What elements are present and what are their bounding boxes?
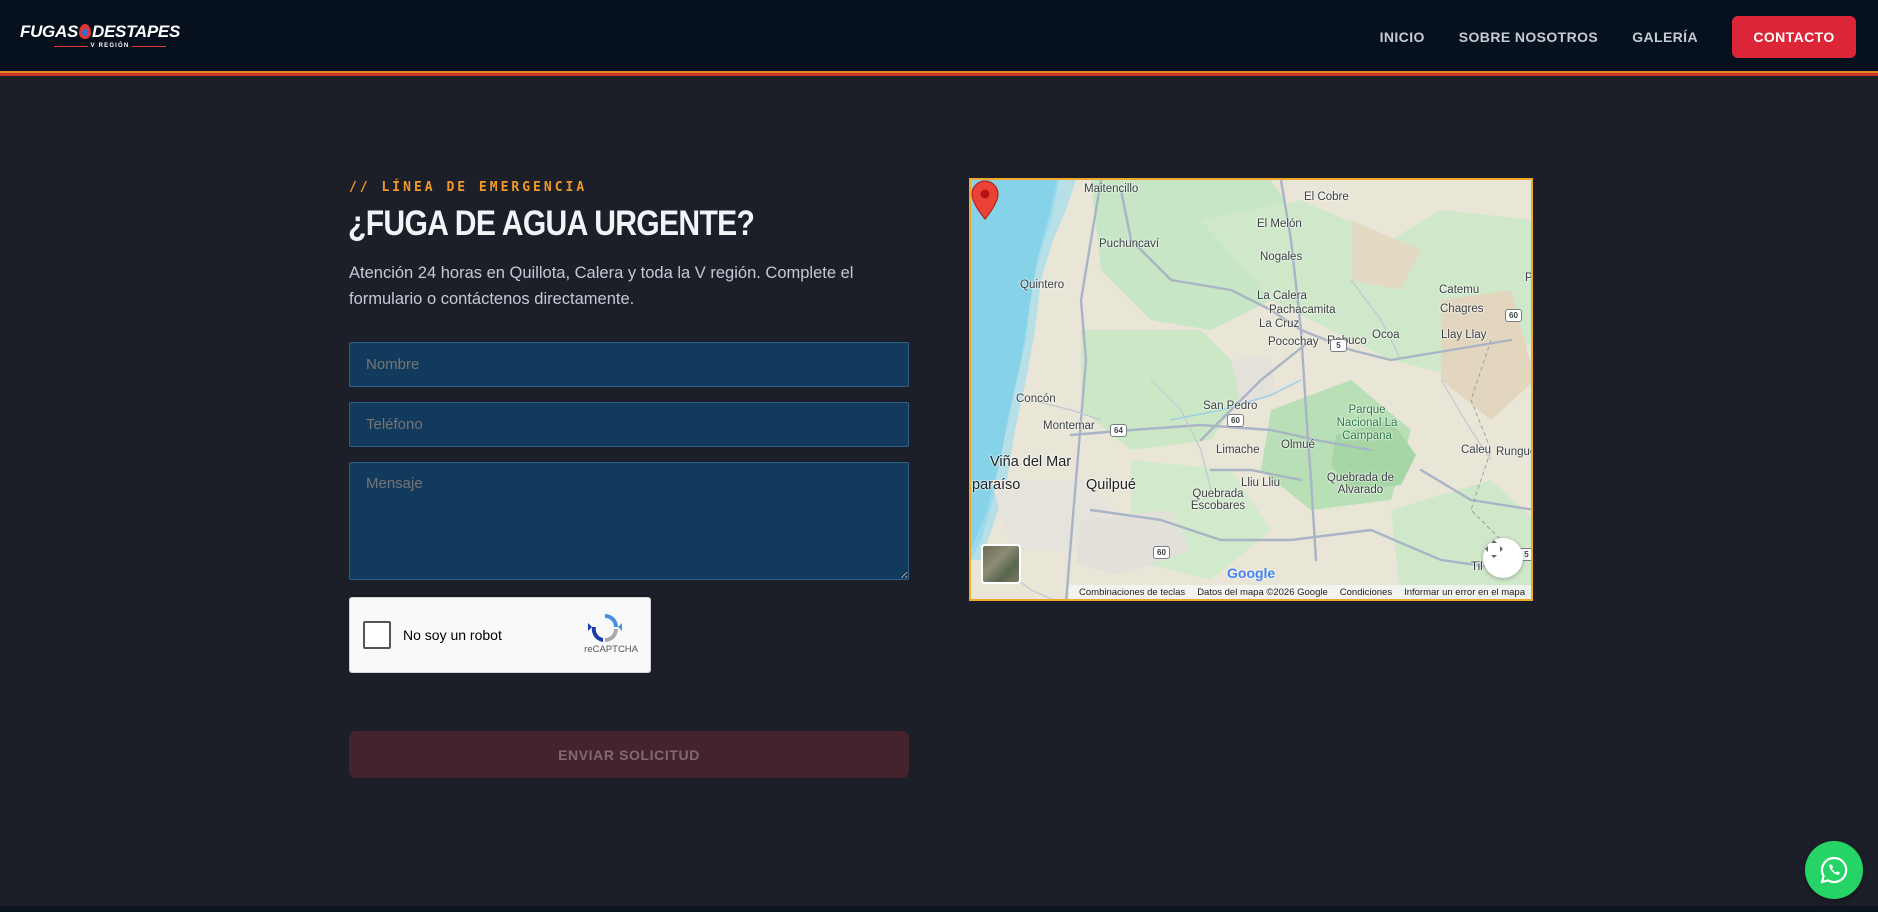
map-label-nogales: Nogales: [1260, 251, 1303, 263]
map-label-vina-del-mar: Viña del Mar: [990, 454, 1072, 470]
terms-link[interactable]: Condiciones: [1340, 587, 1392, 598]
map-data-credit: Datos del mapa ©2026 Google: [1197, 586, 1328, 598]
map-label-caleu: Caleu: [1461, 444, 1492, 456]
map-label-olmue: Olmué: [1281, 439, 1315, 451]
recaptcha-icon: [588, 614, 622, 642]
section-title: ¿FUGA DE AGUA URGENTE?: [348, 204, 755, 243]
map-label-ocoa: Ocoa: [1372, 329, 1400, 341]
map-label-el-cobre: El Cobre: [1304, 191, 1349, 203]
whatsapp-button[interactable]: [1805, 841, 1863, 899]
route-5-shield: 5: [1330, 339, 1347, 352]
map-label-parque-la-campana: Parque Nacional La Campana: [1336, 404, 1398, 442]
phone-input[interactable]: [349, 402, 909, 447]
map-label-quilpue: Quilpué: [1086, 477, 1136, 493]
submit-button[interactable]: ENVIAR SOLICITUD: [349, 731, 909, 778]
map-label-limache: Limache: [1216, 444, 1260, 456]
section-description: Atención 24 horas en Quillota, Calera y …: [349, 264, 854, 308]
google-logo: Google: [1227, 565, 1276, 581]
map-label-pocochay: Pocochay: [1268, 336, 1319, 348]
site-header: FUGAS DESTAPES V REGIÓN INICIO SOBRE NOSO…: [0, 0, 1878, 73]
recaptcha-widget: No soy un robot reCAPTCHA: [349, 597, 651, 673]
route-60-shield-east: 60: [1505, 309, 1522, 322]
map-label-la-cruz: La Cruz: [1259, 318, 1300, 330]
route-64-shield: 64: [1110, 424, 1127, 437]
nav-link-inicio[interactable]: INICIO: [1380, 29, 1425, 45]
map-terrain: [971, 180, 1531, 599]
keyboard-shortcuts-link[interactable]: Combinaciones de teclas: [1079, 587, 1185, 598]
map-label-rungue: Rungue: [1496, 446, 1533, 458]
map-label-llay-llay: Llay Llay: [1441, 329, 1487, 341]
logo-subtitle: V REGIÓN: [50, 43, 170, 49]
route-60-shield-center: 60: [1227, 414, 1244, 427]
main-nav: INICIO SOBRE NOSOTROS GALERÍA CONTACTO: [1380, 16, 1856, 58]
map-label-edge-p: P: [1525, 272, 1533, 284]
report-error-link[interactable]: Informar un error en el mapa: [1404, 587, 1525, 598]
map-label-til: Til: [1471, 561, 1483, 573]
map-label-concon: Concón: [1016, 393, 1056, 405]
map-label-la-calera: La Calera: [1257, 290, 1307, 302]
contact-button[interactable]: CONTACTO: [1732, 16, 1856, 58]
satellite-toggle[interactable]: [981, 544, 1021, 584]
message-textarea[interactable]: [349, 462, 909, 580]
recaptcha-label: No soy un robot: [403, 627, 502, 643]
map-label-catemu: Catemu: [1439, 284, 1480, 296]
expand-icon: [1485, 540, 1503, 558]
section-eyebrow: // LÍNEA DE EMERGENCIA: [349, 180, 588, 195]
map-label-maitencillo: Maitencillo: [1084, 183, 1139, 195]
map-attribution: Combinaciones de teclas Datos del mapa ©…: [1069, 585, 1531, 599]
recaptcha-brand: reCAPTCHA: [584, 644, 638, 655]
nav-link-galeria[interactable]: GALERÍA: [1632, 29, 1698, 45]
name-input[interactable]: [349, 342, 909, 387]
map-embed[interactable]: Maitencillo El Cobre El Melón Puchuncaví…: [969, 178, 1533, 601]
fullscreen-button[interactable]: [1483, 538, 1523, 578]
whatsapp-icon: [1820, 856, 1848, 884]
map-label-quebrada-escobares: Quebrada Escobares: [1190, 488, 1246, 512]
footer-edge: [0, 906, 1878, 912]
drop-icon: [79, 24, 92, 39]
nav-link-sobre-nosotros[interactable]: SOBRE NOSOTROS: [1459, 29, 1598, 45]
map-label-montemar: Montemar: [1043, 420, 1095, 432]
map-label-quintero: Quintero: [1020, 279, 1065, 291]
map-label-el-melon: El Melón: [1257, 218, 1302, 230]
map-label-paraiso: paraíso: [972, 477, 1021, 493]
site-logo[interactable]: FUGAS DESTAPES V REGIÓN: [20, 22, 182, 52]
map-label-chagres: Chagres: [1440, 303, 1484, 315]
map-label-puchuncavi: Puchuncaví: [1099, 238, 1160, 250]
map-pin-icon[interactable]: [971, 180, 999, 220]
map-label-quebrada-alvarado: Quebrada de Alvarado: [1326, 472, 1395, 496]
recaptcha-checkbox[interactable]: [363, 621, 391, 649]
logo-wordmark: FUGAS DESTAPES: [20, 22, 180, 41]
route-60-shield-south: 60: [1153, 546, 1170, 559]
map-label-pachacamita: Pachacamita: [1269, 304, 1336, 316]
map-label-san-pedro: San Pedro: [1203, 400, 1258, 412]
